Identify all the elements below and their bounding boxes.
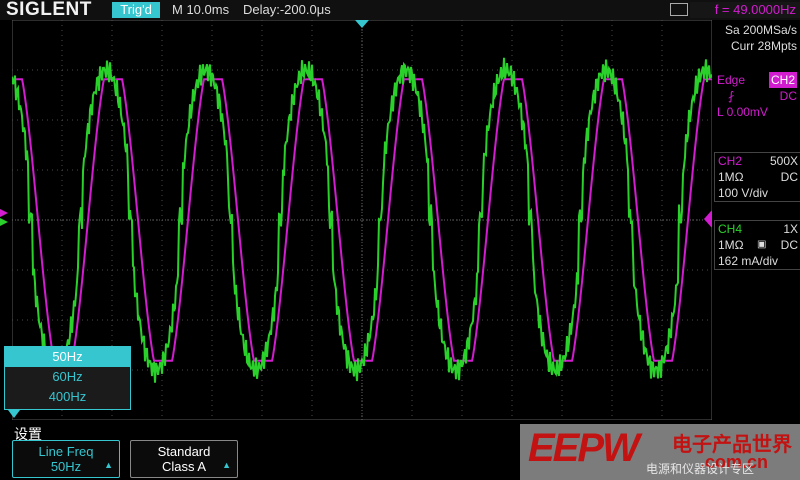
ch4-impedance: 1MΩ	[718, 238, 744, 252]
top-status-bar: SIGLENT Trig'd M 10.0ms Delay:-200.0μs f…	[0, 0, 800, 20]
ch2-label: CH2	[718, 154, 743, 168]
standard-softkey[interactable]: Standard Class A ▲	[130, 440, 238, 478]
arrow-up-icon: ▲	[222, 460, 231, 470]
eepw-text: EEPW	[528, 426, 640, 470]
sample-rate: Sa 200MSa/s	[724, 23, 797, 37]
delay-readout[interactable]: Delay:-200.0μs	[243, 0, 331, 20]
eepw-watermark-logo: EEPW 电子产品世界 .com.cn 电源和仪器设计专区	[520, 424, 800, 480]
trigger-info[interactable]: Edge CH2 ⨏ DC L 0.00mV	[714, 72, 800, 120]
ch4-label: CH4	[718, 222, 743, 236]
line-freq-title: Line Freq	[38, 444, 94, 459]
line-freq-softkey[interactable]: Line Freq 50Hz ▲	[12, 440, 120, 478]
ch2-info[interactable]: CH2 500X 1MΩ DC 100 V/div	[714, 152, 800, 202]
right-info-panel: Sa 200MSa/s Curr 28Mpts Edge CH2 ⨏ DC L …	[712, 20, 800, 420]
timebase-readout[interactable]: M 10.0ms	[172, 0, 229, 20]
trigger-level: L 0.00mV	[717, 105, 768, 119]
arrow-up-icon: ▲	[104, 460, 113, 470]
ch2-coupling: DC	[780, 170, 798, 184]
acquisition-info[interactable]: Sa 200MSa/s Curr 28Mpts	[714, 22, 800, 54]
trigger-type: Edge	[717, 73, 746, 87]
eepw-sub-text: 电源和仪器设计专区	[646, 462, 755, 476]
brand-logo: SIGLENT	[6, 0, 92, 20]
memory-depth: Curr 28Mpts	[730, 39, 797, 53]
standard-title: Standard	[157, 444, 211, 459]
menu-option-60hz[interactable]: 60Hz	[5, 367, 130, 387]
menu-option-400hz[interactable]: 400Hz	[5, 387, 130, 407]
menu-option-50hz[interactable]: 50Hz	[5, 347, 130, 367]
dropdown-pointer	[8, 410, 20, 418]
ch4-coupling: DC	[780, 238, 798, 252]
trigger-source: CH2	[768, 72, 797, 88]
trigger-status-badge[interactable]: Trig'd	[112, 2, 160, 18]
ch4-probe: 1X	[783, 222, 798, 236]
bandwidth-limit-icon: ▣	[757, 239, 767, 250]
usb-icon	[670, 3, 688, 16]
frequency-counter: f = 49.0000Hz	[690, 2, 800, 18]
rising-edge-icon: ⨏	[728, 89, 735, 103]
ch2-probe: 500X	[769, 154, 798, 168]
ch2-scale: 100 V/div	[718, 186, 769, 200]
line-freq-dropdown[interactable]: 50Hz 60Hz 400Hz	[4, 346, 131, 410]
ch2-impedance: 1MΩ	[718, 170, 744, 184]
ch4-scale: 162 mA/div	[718, 254, 779, 268]
trigger-coupling: DC	[779, 89, 797, 103]
channel-ground-markers[interactable]	[0, 209, 10, 227]
ch4-info[interactable]: CH4 1X 1MΩ ▣ DC 162 mA/div	[714, 220, 800, 270]
